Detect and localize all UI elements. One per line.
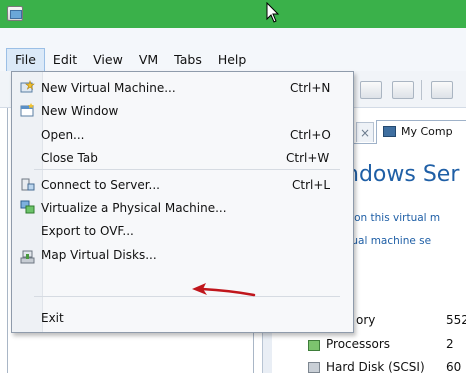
menu-item-connect-to-server[interactable]: Connect to Server...: [41, 178, 160, 192]
menu-separator-2: [34, 296, 340, 297]
vm-title: ndows Ser: [345, 162, 460, 187]
shortcut-ctrl-n: Ctrl+N: [290, 81, 331, 95]
fullscreen-button[interactable]: [431, 81, 453, 99]
menu-vm[interactable]: VM: [131, 48, 166, 71]
menu-edit[interactable]: Edit: [45, 48, 85, 71]
menu-item-open[interactable]: Open...: [41, 128, 85, 142]
menu-separator: [34, 169, 340, 170]
device-memory[interactable]: ory: [356, 313, 375, 327]
map-disk-icon: [20, 250, 35, 264]
app-icon[interactable]: [7, 6, 23, 21]
menu-help[interactable]: Help: [210, 48, 255, 71]
tab-close-icon[interactable]: ×: [356, 122, 374, 142]
new-window-icon: [20, 103, 34, 117]
device-memory-value: 552: [446, 313, 466, 327]
toolbar-separator: [421, 80, 422, 100]
shortcut-ctrl-o: Ctrl+O: [290, 128, 331, 142]
shortcut-ctrl-l: Ctrl+L: [292, 178, 331, 192]
menu-file[interactable]: File: [6, 48, 45, 71]
device-hard-disk[interactable]: Hard Disk (SCSI): [326, 360, 425, 374]
virtualize-icon: [20, 200, 35, 214]
menu-tabs[interactable]: Tabs: [166, 48, 210, 71]
device-processors-value: 2: [446, 337, 454, 351]
menu-view[interactable]: View: [85, 48, 131, 71]
menu-item-close-tab[interactable]: Close Tab: [41, 151, 98, 165]
title-bar: [0, 0, 466, 28]
menu-item-new-window[interactable]: New Window: [41, 104, 118, 118]
hard-disk-icon: [308, 362, 320, 373]
computer-icon: [383, 126, 396, 137]
device-hard-disk-value: 60: [446, 360, 462, 374]
menu-item-map-virtual-disks[interactable]: Map Virtual Disks...: [41, 248, 157, 262]
menu-row: File Edit View VM Tabs Help: [6, 48, 254, 71]
tab-label: My Comp: [401, 125, 453, 138]
menu-item-export-to-ovf[interactable]: Export to OVF...: [41, 224, 134, 238]
menu-item-exit[interactable]: Exit: [41, 311, 64, 325]
shortcut-ctrl-w: Ctrl+W: [286, 151, 330, 165]
menu-item-new-virtual-machine[interactable]: New Virtual Machine...: [41, 81, 176, 95]
vm-action-link[interactable]: er on this virtual m: [340, 212, 440, 224]
red-arrow-annotation: [192, 283, 256, 297]
toolbar-button[interactable]: [360, 81, 382, 99]
processor-icon: [308, 340, 320, 351]
device-processors[interactable]: Processors: [326, 337, 390, 351]
snapshot-button[interactable]: [392, 81, 414, 99]
server-icon: [21, 178, 35, 191]
new-vm-icon: [20, 80, 35, 93]
menu-item-virtualize-physical-machine[interactable]: Virtualize a Physical Machine...: [41, 201, 227, 215]
tab-my-computer[interactable]: My Comp: [376, 120, 466, 144]
mouse-cursor-icon: [266, 2, 280, 23]
